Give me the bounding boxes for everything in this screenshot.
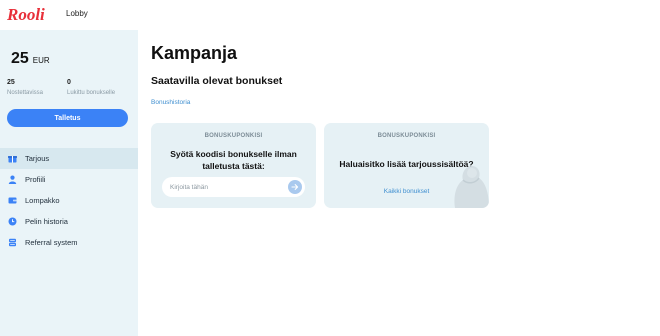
referral-icon — [8, 238, 17, 247]
lobby-link[interactable]: Lobby — [66, 9, 88, 18]
withdrawable-stat: 25 Nostettavissa — [7, 79, 67, 96]
sidebar-item-label: Lompakko — [25, 196, 60, 205]
bonus-history-link[interactable]: Bonushistoria — [151, 99, 190, 106]
card-headline: Syötä koodisi bonukselle ilman talletust… — [170, 149, 297, 171]
sidebar-item-label: Pelin historia — [25, 217, 68, 226]
bonus-code-input[interactable] — [162, 183, 282, 191]
bonus-code-field — [162, 177, 305, 197]
sidebar-item-label: Profiili — [25, 175, 46, 184]
bonus-code-card: BONUSKUPONKISI Syötä koodisi bonukselle … — [151, 123, 316, 208]
sidebar-item-profile[interactable]: Profiili — [0, 169, 138, 190]
gift-icon — [8, 154, 17, 163]
sidebar-item-wallet[interactable]: Lompakko — [0, 190, 138, 211]
user-icon — [8, 175, 17, 184]
top-bar: Rooli Lobby — [0, 0, 660, 30]
decorative-character-illustration — [454, 166, 489, 208]
locked-bonus-stat: 0 Lukittu bonukselle — [67, 79, 115, 96]
wallet-icon — [8, 196, 17, 205]
arrow-right-icon — [291, 184, 299, 190]
sidebar-item-label: Referral system — [25, 238, 78, 247]
sidebar-nav: Tarjous Profiili Lompakko Pelin historia… — [0, 148, 138, 253]
locked-bonus-value: 0 — [67, 79, 71, 86]
rooli-logo[interactable]: Rooli — [6, 3, 52, 25]
balance-amount: 25 — [11, 50, 29, 67]
clock-icon — [8, 217, 17, 226]
section-subtitle: Saatavilla olevat bonukset — [151, 75, 283, 87]
promotions-page: Rooli Lobby 25 EUR 25 Nostettavissa 0 Lu… — [0, 0, 660, 336]
more-offers-card: BONUSKUPONKISI Haluaisitko lisää tarjous… — [324, 123, 489, 208]
svg-text:Rooli: Rooli — [6, 5, 45, 24]
balance-stats: 25 Nostettavissa 0 Lukittu bonukselle — [7, 79, 115, 96]
balance-currency: EUR — [32, 56, 50, 65]
page-title: Kampanja — [151, 43, 238, 63]
balance-display: 25 EUR — [11, 50, 50, 68]
sidebar-item-label: Tarjous — [25, 154, 50, 163]
sidebar-item-offers[interactable]: Tarjous — [0, 148, 138, 169]
locked-bonus-label: Lukittu bonukselle — [67, 90, 116, 96]
card-caption: BONUSKUPONKISI — [204, 133, 263, 139]
withdrawable-label: Nostettavissa — [7, 90, 44, 96]
submit-code-button[interactable] — [288, 180, 302, 194]
sidebar-item-referral[interactable]: Referral system — [0, 232, 138, 253]
deposit-button[interactable]: Talletus — [7, 109, 128, 127]
card-caption: BONUSKUPONKISI — [377, 133, 436, 139]
sidebar-item-game-history[interactable]: Pelin historia — [0, 211, 138, 232]
withdrawable-value: 25 — [7, 79, 15, 86]
